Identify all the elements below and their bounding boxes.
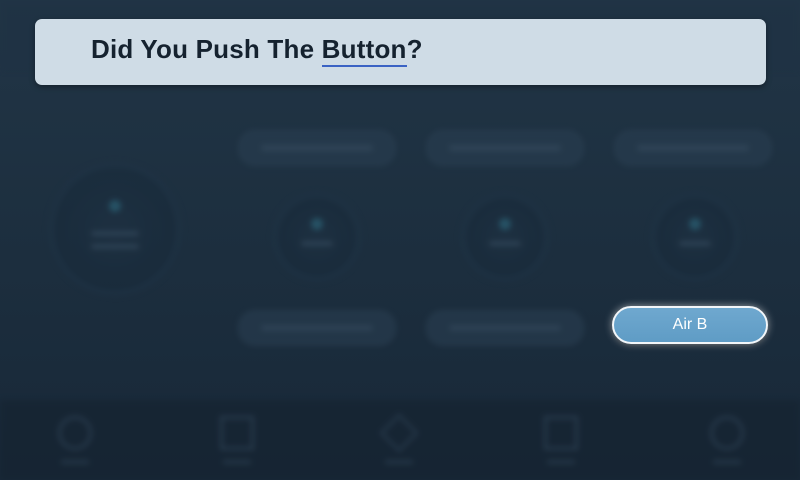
background-pill — [614, 130, 772, 166]
background-gauge — [460, 192, 550, 282]
diamond-icon — [377, 413, 421, 472]
prompt-title: Did You Push The Button? — [91, 34, 423, 67]
background-gauge — [650, 192, 740, 282]
air-b-button[interactable]: Air B — [612, 306, 768, 344]
prompt-title-prefix: Did You Push The — [91, 34, 322, 64]
background-pill — [426, 310, 584, 346]
settings-icon — [705, 416, 749, 472]
screen: Did You Push The Button? Air B — [0, 0, 800, 480]
prompt-title-suffix: ? — [406, 34, 423, 64]
background-pill — [238, 310, 396, 346]
button-link[interactable]: Button — [321, 34, 407, 67]
background-pill — [238, 130, 396, 166]
background-gauge — [272, 192, 362, 282]
background-gauge-large — [48, 162, 182, 296]
grid-icon — [539, 416, 583, 472]
document-icon — [215, 416, 259, 472]
background-pill — [426, 130, 584, 166]
home-icon — [53, 416, 97, 472]
prompt-banner: Did You Push The Button? — [35, 19, 766, 85]
